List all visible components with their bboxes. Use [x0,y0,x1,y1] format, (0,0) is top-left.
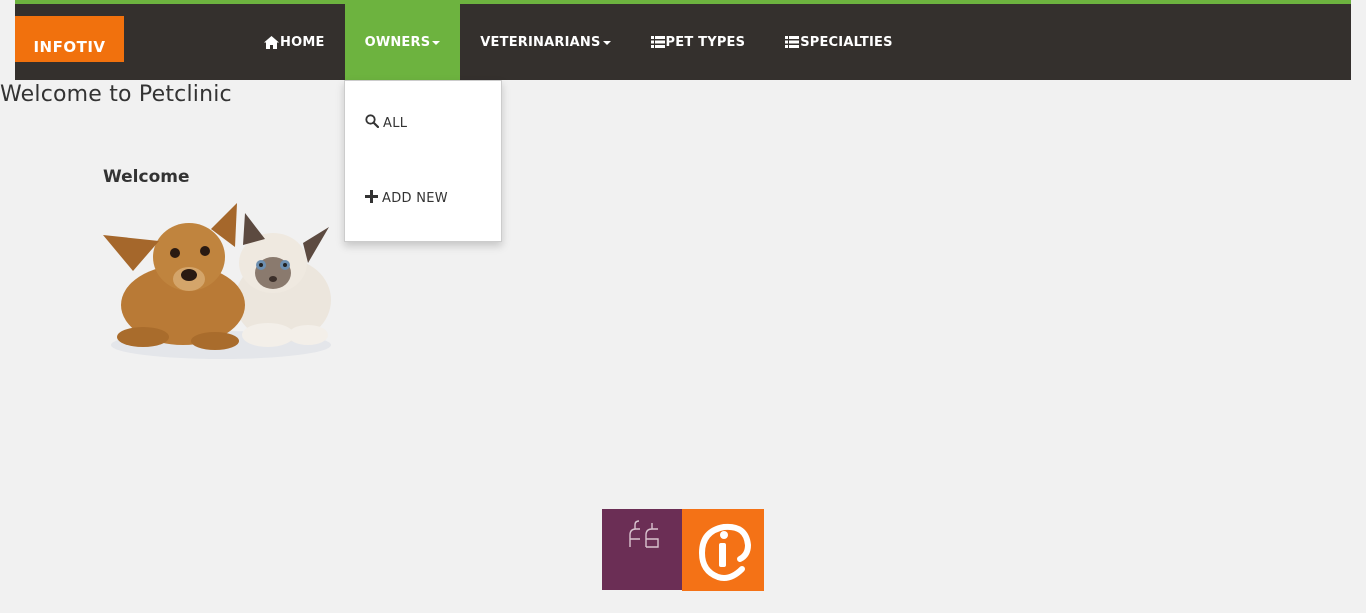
nav-veterinarians-label: VETERINARIANS [480,34,601,50]
welcome-heading: Welcome [103,167,190,187]
infotiv-logo [682,509,764,591]
nav-owners-label: OWNERS [364,34,431,50]
nav-specialties[interactable]: SPECIALTIES [765,4,913,80]
search-icon [365,114,380,132]
list-icon [650,36,665,48]
brand-logo[interactable]: INFOTIV [15,16,124,62]
page-title: Welcome to Petclinic [0,82,232,107]
caret-down-icon [432,40,441,45]
main-nav: HOME OWNERS VETERINARIANS PET TYPES SPEC… [244,4,913,80]
nav-home-label: HOME [280,34,325,50]
nav-owners[interactable]: OWNERS [344,4,461,80]
nav-pet-types-label: PET TYPES [665,34,746,50]
nav-pet-types[interactable]: PET TYPES [631,4,766,80]
nav-veterinarians[interactable]: VETERINARIANS [460,4,630,80]
caret-down-icon [602,40,611,45]
plus-icon [365,190,378,207]
nav-home[interactable]: HOME [244,4,345,80]
owners-menu-add-new-label: ADD NEW [382,191,448,206]
navbar: INFOTIV HOME OWNERS VETERINARIANS PET TY… [15,0,1351,80]
brand-label: INFOTIV [33,38,106,56]
owners-menu-add-new[interactable]: ADD NEW [365,190,448,207]
owners-menu-all-label: ALL [383,115,408,131]
owners-dropdown-menu: ALL ADD NEW [344,80,502,242]
pets-image [103,195,335,365]
home-icon [264,35,279,49]
footer-logos [602,509,764,591]
nav-specialties-label: SPECIALTIES [800,34,893,50]
list-icon [785,36,800,48]
it-hogskolan-logo [602,509,682,590]
owners-menu-all[interactable]: ALL [365,114,407,132]
